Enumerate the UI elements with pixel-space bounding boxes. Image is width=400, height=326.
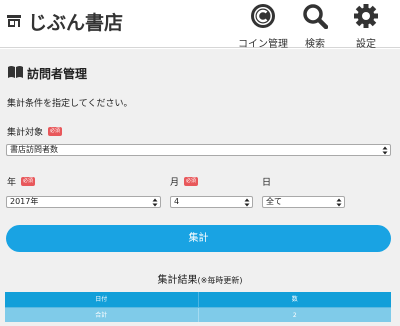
required-badge: 必須 xyxy=(21,177,36,186)
day-label-text: 日 xyxy=(262,178,272,188)
section-title-text: 訪問者管理 xyxy=(27,67,88,81)
chevron-updown-icon xyxy=(336,198,342,207)
day-label: 日 xyxy=(262,175,271,188)
result-title-text: 集計結果 xyxy=(157,275,198,286)
day-select-value: 全て xyxy=(266,197,282,206)
target-label-text: 集計対象 xyxy=(7,128,44,138)
search-button[interactable]: 検索 xyxy=(297,3,333,50)
app-title: じぶん書店 xyxy=(28,12,124,34)
column-header-date: 日付 xyxy=(5,292,199,307)
result-title: 集計結果(※毎時更新) xyxy=(0,271,400,286)
table-header-row: 日付 数 xyxy=(5,292,391,307)
table-cell-date: 合計 xyxy=(5,308,199,322)
chevron-updown-icon xyxy=(382,146,388,155)
section-title: 訪問者管理 xyxy=(7,64,87,83)
chevron-updown-icon xyxy=(152,198,158,207)
store-icon xyxy=(6,13,22,33)
required-badge: 必須 xyxy=(184,177,199,186)
month-select-value: 4 xyxy=(174,197,180,206)
search-label: 検索 xyxy=(305,39,325,50)
result-table: 日付 数 合計 2 xyxy=(5,292,391,322)
coin-management-button[interactable]: コイン管理 xyxy=(233,3,293,50)
coin-icon xyxy=(250,3,276,33)
month-select[interactable]: 4 xyxy=(170,196,253,208)
month-label-text: 月 xyxy=(170,178,180,188)
year-label-text: 年 xyxy=(7,178,17,188)
target-select-value: 書店訪問者数 xyxy=(10,145,58,154)
chevron-updown-icon xyxy=(244,198,250,207)
settings-button[interactable]: 設定 xyxy=(348,3,384,50)
aggregate-button[interactable]: 集計 xyxy=(6,225,391,252)
year-label: 年 必須 xyxy=(7,175,36,188)
instruction-text: 集計条件を指定してください。 xyxy=(7,99,133,109)
day-select[interactable]: 全て xyxy=(262,196,345,208)
gear-icon xyxy=(353,3,379,33)
target-label: 集計対象 必須 xyxy=(7,125,63,138)
update-note: (※毎時更新) xyxy=(197,276,243,285)
month-label: 月 必須 xyxy=(170,175,199,188)
year-select-value: 2017年 xyxy=(10,197,39,206)
year-select[interactable]: 2017年 xyxy=(6,196,161,208)
app-header: じぶん書店 コイン管理 検索 設定 xyxy=(0,0,400,50)
column-header-count: 数 xyxy=(291,296,298,303)
book-icon xyxy=(7,64,24,83)
app-logo[interactable]: じぶん書店 xyxy=(6,10,123,36)
main-content: 訪問者管理 集計条件を指定してください。 集計対象 必須 書店訪問者数 年 必須… xyxy=(0,49,400,326)
settings-label: 設定 xyxy=(356,39,376,50)
coin-management-label: コイン管理 xyxy=(238,39,288,50)
table-cell-count: 2 xyxy=(292,312,297,319)
required-badge: 必須 xyxy=(48,127,63,136)
search-icon xyxy=(302,3,329,33)
target-select[interactable]: 書店訪問者数 xyxy=(6,144,391,156)
table-row: 合計 2 xyxy=(5,307,391,322)
